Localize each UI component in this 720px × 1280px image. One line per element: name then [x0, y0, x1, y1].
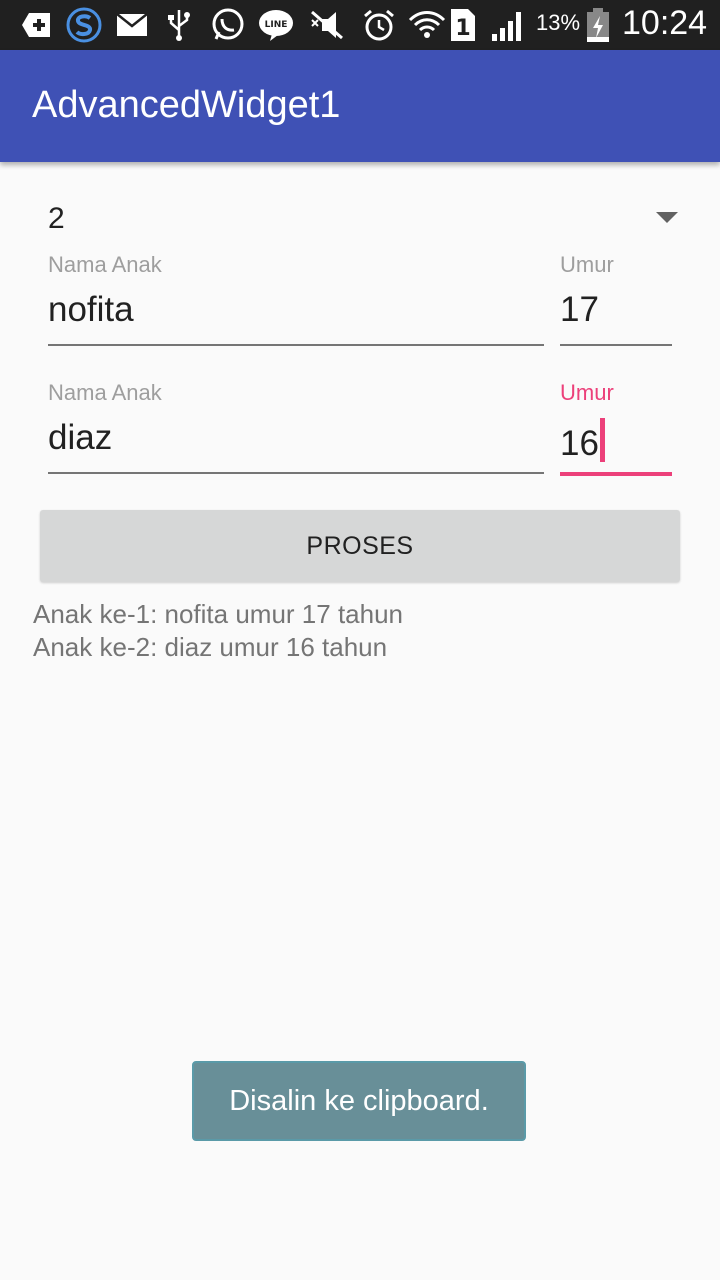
result-text: Anak ke-1: nofita umur 17 tahun Anak ke-…	[33, 598, 403, 664]
child-name-label: Nama Anak	[48, 380, 162, 405]
battery-icon	[586, 8, 610, 42]
toast-message: Disalin ke clipboard.	[192, 1061, 526, 1141]
battery-percent: 13%	[536, 10, 581, 35]
add-icon	[20, 8, 54, 42]
app-bar: AdvancedWidget1	[0, 50, 720, 162]
usb-icon	[166, 8, 192, 42]
field-underline-focused	[560, 472, 672, 476]
app-title: AdvancedWidget1	[32, 84, 341, 126]
s-app-icon	[66, 7, 102, 43]
child-age-value: 16	[560, 424, 599, 463]
result-line: Anak ke-1: nofita umur 17 tahun	[33, 599, 404, 629]
child-age-value: 17	[560, 290, 599, 329]
child-age-field-2[interactable]: Umur 16	[560, 380, 672, 476]
wifi-icon	[408, 8, 446, 42]
line-icon: LINE	[258, 8, 294, 42]
text-cursor	[599, 418, 605, 462]
svg-text:LINE: LINE	[265, 20, 288, 30]
child-name-field-1[interactable]: Nama Anak nofita	[48, 252, 544, 346]
child-name-field-2[interactable]: Nama Anak diaz	[48, 380, 544, 474]
child-age-label: Umur	[560, 252, 614, 277]
field-underline	[560, 344, 672, 346]
mute-icon	[308, 8, 346, 42]
child-name-value: nofita	[48, 290, 134, 329]
sim-1-icon: 1	[450, 8, 476, 42]
spinner-selected-value: 2	[48, 202, 65, 235]
child-age-label: Umur	[560, 380, 614, 405]
field-underline	[48, 472, 544, 474]
child-name-value: diaz	[48, 418, 113, 457]
process-button[interactable]: PROSES	[40, 510, 680, 582]
mail-icon	[116, 8, 148, 42]
svg-text:1: 1	[455, 16, 470, 41]
status-bar: LINE 1 13% 10:24	[0, 0, 720, 50]
result-line: Anak ke-2: diaz umur 16 tahun	[33, 632, 388, 662]
child-name-label: Nama Anak	[48, 252, 162, 277]
dropdown-arrow-icon	[656, 212, 678, 223]
alarm-icon	[362, 8, 396, 42]
whatsapp-icon	[210, 8, 246, 42]
child-age-value-wrapper: 16	[560, 418, 605, 464]
child-age-field-1[interactable]: Umur 17	[560, 252, 672, 346]
clock: 10:24	[622, 4, 708, 42]
child-count-spinner[interactable]: 2	[40, 190, 684, 250]
field-underline	[48, 344, 544, 346]
signal-icon	[490, 8, 526, 42]
